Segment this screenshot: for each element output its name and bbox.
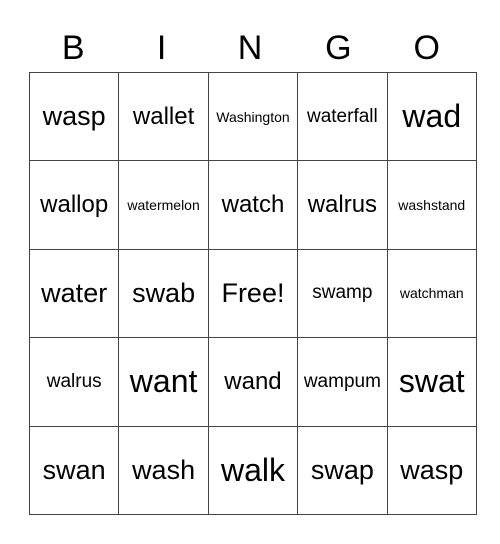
header-letter-i: I [156, 29, 167, 67]
grid-row: swan wash walk swap wasp [28, 425, 477, 515]
bingo-cell[interactable]: swan [28, 425, 120, 515]
bingo-cell[interactable]: water [28, 248, 120, 339]
bingo-cell[interactable]: wasp [386, 425, 477, 515]
bingo-cell[interactable]: Washington [207, 71, 299, 162]
bingo-cell[interactable]: washstand [386, 160, 477, 250]
bingo-cell[interactable]: swap [297, 425, 388, 515]
bingo-cell[interactable]: wand [207, 337, 299, 427]
bingo-cell[interactable]: swat [386, 337, 477, 427]
header-letter-g: G [325, 29, 352, 67]
bingo-header: B I N G O [29, 28, 471, 68]
free-cell[interactable]: Free! [207, 248, 299, 339]
bingo-cell[interactable]: wad [386, 71, 477, 162]
bingo-cell[interactable]: wash [118, 425, 209, 515]
bingo-cell[interactable]: wasp [28, 71, 120, 162]
bingo-cell[interactable]: watermelon [118, 160, 209, 250]
bingo-cell[interactable]: wallet [118, 71, 209, 162]
bingo-cell[interactable]: want [118, 337, 209, 427]
grid-row: wasp wallet Washington waterfall wad [28, 71, 477, 162]
bingo-cell[interactable]: wallop [28, 160, 120, 250]
grid-row: water swab Free! swamp watchman [28, 248, 477, 339]
bingo-cell[interactable]: walk [207, 425, 299, 515]
bingo-cell[interactable]: swamp [297, 248, 388, 339]
bingo-cell[interactable]: swab [118, 248, 209, 339]
header-letter-n: N [237, 29, 263, 67]
grid-row: wallop watermelon watch walrus washstand [28, 160, 477, 250]
bingo-cell[interactable]: waterfall [297, 71, 388, 162]
header-letter-o: O [413, 29, 440, 67]
grid-row: walrus want wand wampum swat [28, 337, 477, 427]
bingo-cell[interactable]: walrus [297, 160, 388, 250]
bingo-cell[interactable]: watchman [386, 248, 477, 339]
bingo-cell[interactable]: wampum [297, 337, 388, 427]
bingo-cell[interactable]: watch [207, 160, 299, 250]
bingo-cell[interactable]: walrus [28, 337, 120, 427]
header-letter-b: B [61, 29, 85, 67]
bingo-grid: wasp wallet Washington waterfall wad wal… [28, 71, 477, 515]
